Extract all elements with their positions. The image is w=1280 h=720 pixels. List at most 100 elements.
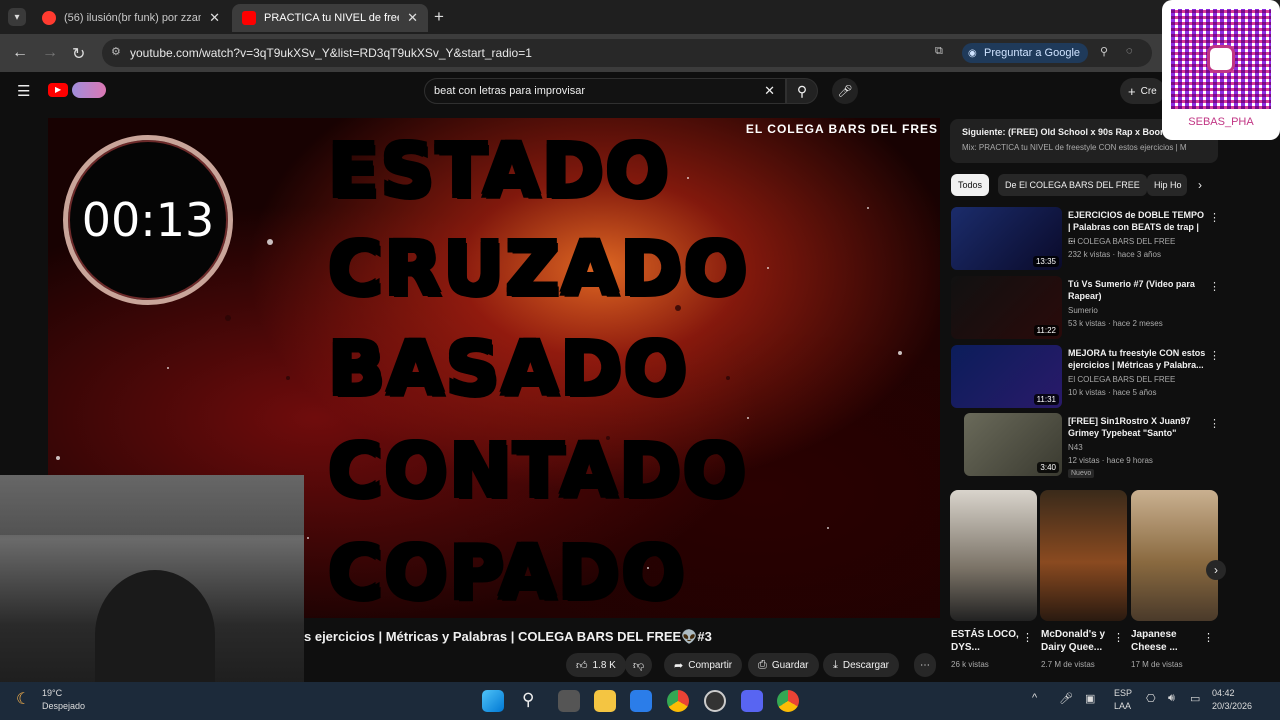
- plus-icon: +: [1128, 83, 1136, 99]
- close-tab-icon[interactable]: ✕: [407, 10, 418, 26]
- chips-next-chevron-icon[interactable]: ›: [1198, 178, 1202, 192]
- reload-icon[interactable]: ↻: [72, 44, 85, 64]
- ask-google-button[interactable]: ◉ Preguntar a Google: [962, 43, 1089, 63]
- shorts-next-button[interactable]: ›: [1206, 560, 1226, 580]
- start-windows-icon[interactable]: [482, 690, 504, 712]
- short-options-icon[interactable]: ⋮: [1203, 631, 1214, 644]
- duration-badge: 3:40: [1037, 462, 1059, 473]
- like-button[interactable]: 👍︎ 1.8 K: [566, 653, 626, 677]
- more-dots-icon: ⋯: [920, 659, 930, 671]
- lang-code[interactable]: ESP: [1114, 688, 1132, 698]
- video-options-icon[interactable]: ⋮: [1209, 280, 1220, 293]
- video-title: MEJORA tu freestyle CON estos ejercicios…: [1068, 348, 1206, 370]
- rhyme-word-2: CRUZADO: [328, 226, 749, 312]
- search-icon: ⚲: [796, 82, 808, 99]
- recommendation-item[interactable]: 11:31 MEJORA tu freestyle CON estos ejer…: [951, 345, 1221, 409]
- task-view-icon[interactable]: [558, 690, 580, 712]
- browser-tab-strip: ▾ (56) ilusión(br funk) por zzan7! ✕ PRA…: [0, 0, 1280, 34]
- menu-icon[interactable]: ☰: [17, 82, 30, 100]
- taskbar-search-icon[interactable]: ⚲: [522, 690, 534, 710]
- windows-taskbar: ☾ 19°C Despejado ⚲ ^ 🎤︎ ▣ ESP LAA ⎔ 🔊︎ ▭…: [0, 682, 1280, 720]
- search-button[interactable]: ⚲: [786, 78, 818, 104]
- chrome-icon-1[interactable]: [667, 690, 689, 712]
- recommendation-item[interactable]: 13:35 EJERCICIOS de DOBLE TEMPO | Palabr…: [951, 207, 1221, 271]
- site-info-icon[interactable]: ⚙: [111, 45, 121, 58]
- battery-icon[interactable]: ▭: [1190, 692, 1200, 705]
- youtube-logo[interactable]: ▶: [48, 83, 68, 97]
- back-arrow-icon[interactable]: ←: [12, 44, 28, 62]
- forward-arrow-icon[interactable]: →: [42, 44, 58, 62]
- like-count: 1.8 K: [592, 659, 616, 671]
- discord-icon[interactable]: [741, 690, 763, 712]
- weather-desc[interactable]: Despejado: [42, 701, 85, 711]
- address-bar[interactable]: ⚙ youtube.com/watch?v=3qT9ukXSv_Y&list=R…: [102, 39, 1152, 67]
- share-button[interactable]: ➦ Compartir: [664, 653, 743, 677]
- doodle-icon[interactable]: [72, 82, 106, 98]
- video-options-icon[interactable]: ⋮: [1209, 417, 1220, 430]
- new-badge: Nuevo: [1068, 469, 1095, 478]
- video-title: Tú Vs Sumerio #7 (Video para Rapear): [1068, 279, 1195, 301]
- eye-slash-icon[interactable]: ◌: [1126, 45, 1133, 57]
- video-title: [FREE] Sin1Rostro X Juan97 Grimey Typebe…: [1068, 416, 1191, 438]
- download-button[interactable]: ⤓ Descargar: [823, 653, 900, 677]
- short-options-icon[interactable]: ⋮: [1113, 631, 1124, 644]
- video-options-icon[interactable]: ⋮: [1209, 349, 1220, 362]
- save-button[interactable]: ⎙ Guardar: [748, 653, 819, 677]
- tab-title: (56) ilusión(br funk) por zzan7!: [64, 12, 202, 24]
- short-thumbnail[interactable]: [950, 490, 1037, 621]
- tray-camera-icon[interactable]: ▣: [1085, 692, 1095, 705]
- clock-date[interactable]: 20/3/2026: [1212, 701, 1252, 711]
- chrome-icon-2[interactable]: [777, 690, 799, 712]
- rhyme-word-1: ESTADO: [328, 128, 671, 214]
- channel-name: El COLEGA BARS DEL FREE: [1068, 237, 1176, 246]
- short-thumbnail[interactable]: [1040, 490, 1127, 621]
- chip-hiphop[interactable]: Hip Ho: [1147, 174, 1187, 196]
- short-title[interactable]: ESTÁS LOCO, DYS...: [951, 628, 1023, 654]
- instagram-logo-icon: [1207, 45, 1235, 73]
- clear-search-icon[interactable]: ✕: [764, 83, 775, 99]
- keyboard-layout[interactable]: LAA: [1114, 701, 1131, 711]
- chip-channel[interactable]: De El COLEGA BARS DEL FREE: [998, 174, 1147, 196]
- tab-practica[interactable]: PRACTICA tu NIVEL de freestyle ✕: [232, 4, 428, 32]
- clock-time[interactable]: 04:42: [1212, 688, 1235, 698]
- weather-temp[interactable]: 19°C: [42, 688, 62, 698]
- more-actions-button[interactable]: ⋯: [914, 653, 936, 677]
- app-icon[interactable]: [704, 690, 726, 712]
- tab-ilusion[interactable]: (56) ilusión(br funk) por zzan7! ✕: [32, 4, 230, 32]
- new-tab-button[interactable]: +: [434, 7, 444, 27]
- tray-chevron-icon[interactable]: ^: [1032, 692, 1037, 704]
- lens-icon: ◉: [968, 47, 977, 59]
- microphone-icon: 🎤︎: [837, 84, 853, 98]
- youtube-favicon-icon: [242, 11, 256, 25]
- video-options-icon[interactable]: ⋮: [1209, 211, 1220, 224]
- file-explorer-icon[interactable]: [594, 690, 616, 712]
- short-options-icon[interactable]: ⋮: [1022, 631, 1033, 644]
- volume-icon[interactable]: 🔊︎: [1168, 692, 1175, 705]
- recommendation-item[interactable]: 11:22 Tú Vs Sumerio #7 (Video para Rapea…: [951, 276, 1221, 340]
- short-thumbnail[interactable]: [1131, 490, 1218, 621]
- install-app-icon[interactable]: ⧉: [935, 45, 943, 58]
- dislike-button[interactable]: 👎︎: [625, 653, 653, 677]
- zoom-icon[interactable]: ⚲: [1100, 45, 1108, 58]
- duration-badge: 11:22: [1033, 325, 1059, 336]
- voice-search-button[interactable]: 🎤︎: [832, 78, 858, 104]
- tab-search-button[interactable]: ▾: [8, 8, 26, 26]
- recommendation-item[interactable]: 3:40 [FREE] Sin1Rostro X Juan97 Grimey T…: [951, 413, 1221, 478]
- short-title[interactable]: Japanese Cheese ...: [1131, 628, 1203, 654]
- close-tab-icon[interactable]: ✕: [209, 10, 220, 26]
- rhyme-word-5: COPADO: [328, 530, 687, 616]
- download-icon: ⤓: [833, 658, 838, 671]
- search-input[interactable]: beat con letras para improvisar ✕: [424, 78, 786, 104]
- short-title[interactable]: McDonald's y Dairy Quee...: [1041, 628, 1113, 654]
- tray-mic-icon[interactable]: 🎤︎: [1059, 692, 1073, 705]
- video-thumbnail: 13:35: [951, 207, 1062, 270]
- network-icon[interactable]: ⎔: [1146, 692, 1156, 705]
- store-icon[interactable]: [630, 690, 652, 712]
- video-meta: 232 k vistas · hace 3 años: [1068, 250, 1161, 259]
- chip-todos[interactable]: Todos: [951, 174, 990, 196]
- weather-moon-icon[interactable]: ☾: [16, 689, 30, 709]
- qr-handle: SEBAS_PHA: [1188, 116, 1254, 128]
- create-button[interactable]: + Cre: [1120, 78, 1165, 104]
- video-meta: 10 k vistas · hace 5 años: [1068, 388, 1157, 397]
- duration-badge: 11:31: [1033, 394, 1059, 405]
